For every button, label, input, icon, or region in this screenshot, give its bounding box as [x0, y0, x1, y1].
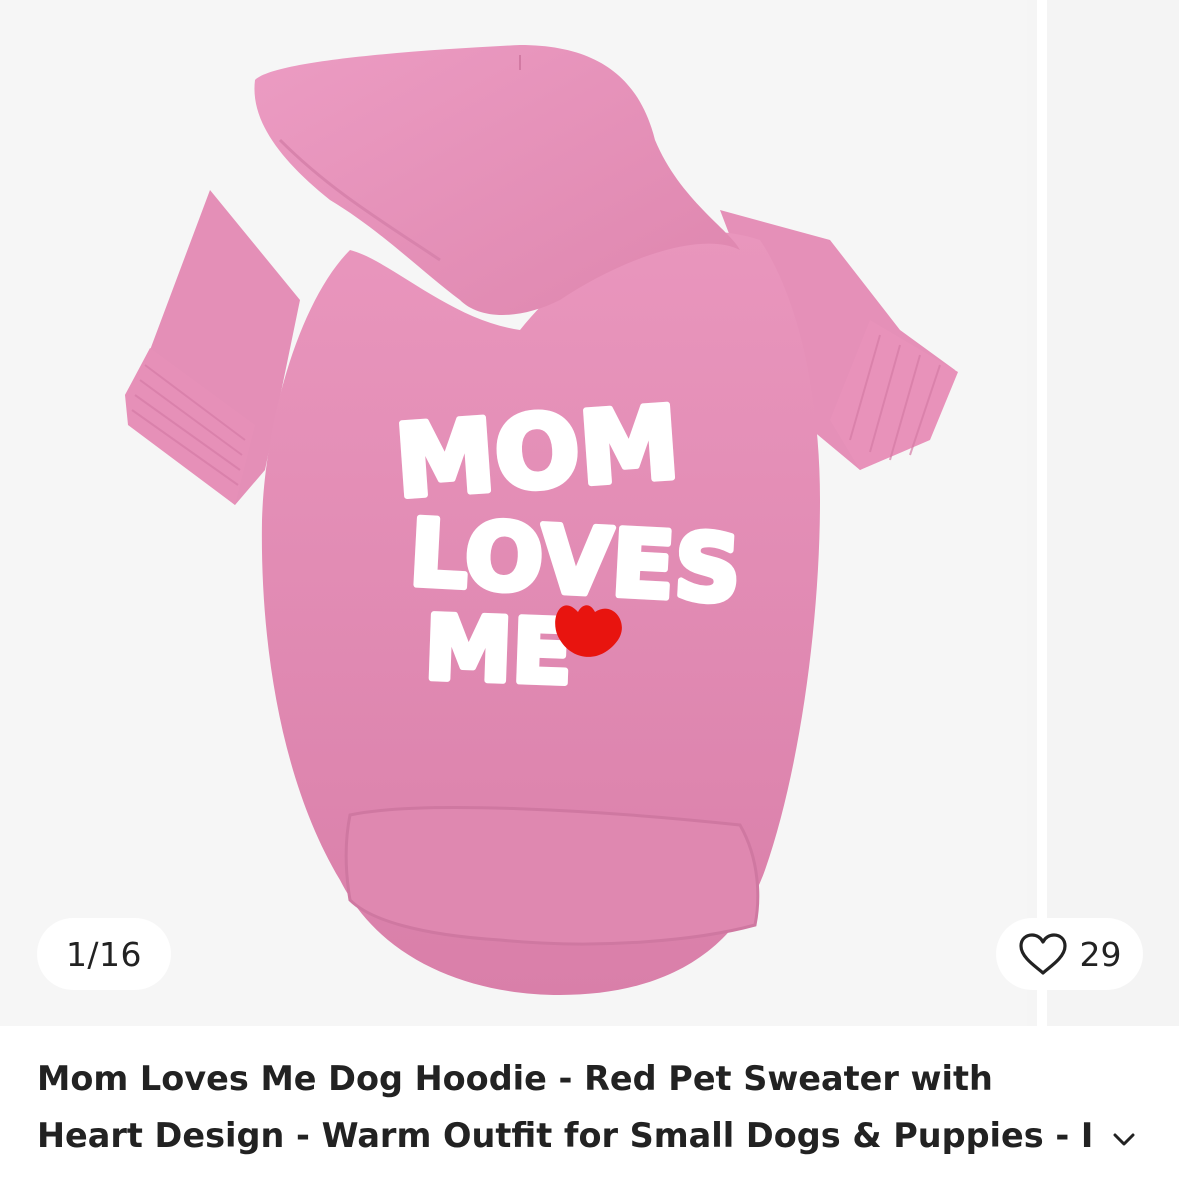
product-title: Mom Loves Me Dog Hoodie - Red Pet Sweate… — [37, 1059, 1094, 1155]
chevron-down-icon[interactable] — [1109, 1127, 1139, 1151]
product-page: MOM LOVES ME 1/16 29 Mom Loves Me Dog Ho… — [0, 0, 1179, 1180]
hoodie-pocket — [344, 806, 760, 946]
image-gallery[interactable]: MOM LOVES ME 1/16 29 — [0, 0, 1179, 1026]
image-counter: 1/16 — [37, 918, 171, 990]
heart-outline-icon — [1018, 933, 1067, 975]
next-image-peek[interactable] — [1037, 0, 1179, 1026]
print-line-3: ME — [423, 596, 574, 704]
product-title-block: Mom Loves Me Dog Hoodie - Red Pet Sweate… — [37, 1050, 1147, 1164]
favorite-button[interactable]: 29 — [996, 918, 1143, 990]
product-image[interactable]: MOM LOVES ME — [0, 0, 1027, 1026]
favorite-count: 29 — [1079, 934, 1122, 974]
image-counter-text: 1/16 — [65, 934, 143, 974]
